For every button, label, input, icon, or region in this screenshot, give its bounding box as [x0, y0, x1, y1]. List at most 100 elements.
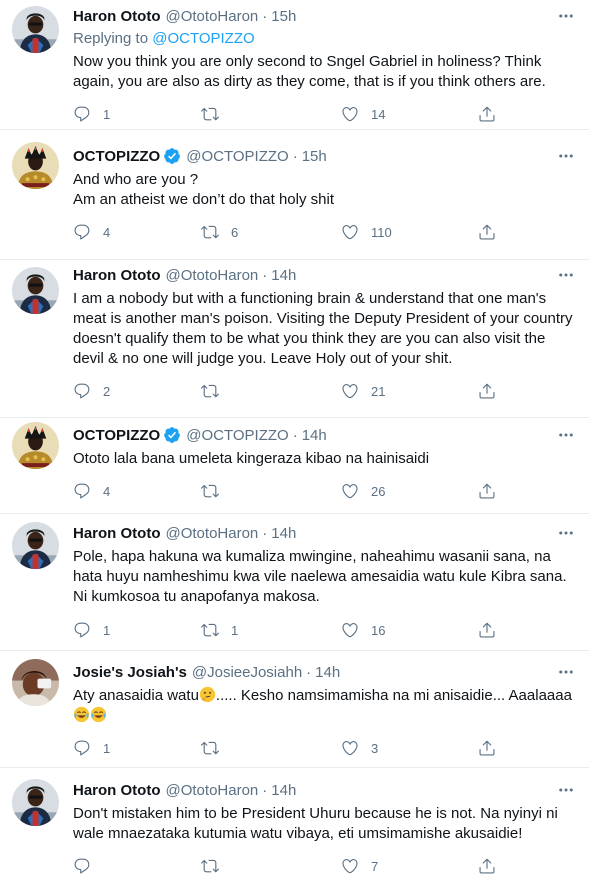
reply-button[interactable]: 4 [73, 481, 110, 501]
reply-count: 4 [103, 483, 111, 499]
share-button[interactable] [478, 856, 496, 876]
more-icon[interactable] [557, 266, 575, 284]
retweet-button[interactable] [201, 856, 231, 876]
user-handle[interactable]: @OtotoHaron [166, 8, 259, 25]
retweet-icon [201, 223, 219, 241]
more-icon[interactable] [557, 7, 575, 25]
tears-of-joy-emoji [73, 706, 90, 723]
tweet[interactable]: Haron Ototo @OtotoHaron · 14h Don't mist… [0, 768, 589, 885]
retweet-button[interactable] [201, 481, 231, 501]
avatar[interactable] [12, 522, 59, 569]
retweet-button[interactable]: 6 [201, 222, 238, 242]
reply-button[interactable]: 2 [73, 381, 110, 401]
user-handle[interactable]: @OtotoHaron [166, 782, 259, 799]
display-name[interactable]: Haron Ototo [73, 267, 161, 284]
tweet-actions: 2 21 [73, 381, 513, 401]
timestamp[interactable]: 14h [271, 525, 296, 542]
user-handle[interactable]: @JosieeJosiahh [192, 664, 302, 681]
retweet-count: 1 [231, 622, 239, 638]
reply-button[interactable]: 1 [73, 738, 110, 758]
avatar[interactable] [12, 142, 59, 189]
like-count: 14 [371, 106, 386, 122]
more-icon[interactable] [557, 524, 575, 542]
reply-count: 4 [103, 224, 111, 240]
retweet-button[interactable] [201, 738, 231, 758]
display-name[interactable]: Haron Ototo [73, 782, 161, 799]
avatar[interactable] [12, 779, 59, 826]
tweet[interactable]: Haron Ototo @OtotoHaron · 14h I am a nob… [0, 260, 589, 418]
tweet-text-part: ..... Kesho namsimamisha na mi anisaidie… [215, 687, 572, 704]
reply-button[interactable]: 1 [73, 104, 110, 124]
thinking-face-emoji [199, 686, 216, 703]
retweet-button[interactable] [201, 381, 231, 401]
replying-to-link[interactable]: @OCTOPIZZO [152, 30, 254, 47]
like-button[interactable]: 16 [341, 620, 385, 640]
display-name[interactable]: Haron Ototo [73, 525, 161, 542]
reply-button[interactable]: 1 [73, 620, 110, 640]
more-icon[interactable] [557, 147, 575, 165]
verified-badge-icon [163, 426, 181, 444]
timestamp[interactable]: 14h [315, 664, 340, 681]
like-icon [341, 105, 359, 123]
avatar[interactable] [12, 6, 59, 53]
tweet[interactable]: OCTOPIZZO @OCTOPIZZO · 14h Ototo lala ba… [0, 418, 589, 514]
like-button[interactable]: 110 [341, 222, 392, 242]
tweet-actions: 1 14 [73, 104, 513, 124]
avatar[interactable] [12, 422, 59, 469]
tweet-text-content: I am a nobody but with a functioning bra… [73, 290, 573, 367]
display-name[interactable]: OCTOPIZZO [73, 148, 160, 165]
share-button[interactable] [478, 104, 496, 124]
share-button[interactable] [478, 381, 496, 401]
conversation-thread: Haron Ototo @OtotoHaron · 15h Replying t… [0, 0, 589, 885]
like-button[interactable]: 14 [341, 104, 385, 124]
tweet[interactable]: Haron Ototo @OtotoHaron · 14h Pole, hapa… [0, 514, 589, 651]
tweet-header: Haron Ototo @OtotoHaron · 15h [73, 6, 549, 26]
tweet-text: Aty anasaidia watu ..... Kesho namsimamis… [73, 686, 578, 726]
retweet-button[interactable] [201, 104, 231, 124]
retweet-button[interactable]: 1 [201, 620, 238, 640]
share-button[interactable] [478, 222, 496, 242]
tweet[interactable]: Haron Ototo @OtotoHaron · 15h Replying t… [0, 0, 589, 130]
avatar[interactable] [12, 659, 59, 706]
timestamp[interactable]: 14h [271, 782, 296, 799]
like-count: 110 [371, 224, 392, 240]
user-handle[interactable]: @OCTOPIZZO [186, 427, 288, 444]
like-button[interactable]: 7 [341, 856, 378, 876]
share-button[interactable] [478, 620, 496, 640]
display-name[interactable]: Josie's Josiah's [73, 664, 187, 681]
timestamp[interactable]: 15h [271, 8, 296, 25]
tweet-actions: 1 3 [73, 738, 513, 758]
reply-icon [73, 857, 91, 875]
user-handle[interactable]: @OtotoHaron [166, 267, 259, 284]
reply-button[interactable] [73, 856, 103, 876]
more-icon[interactable] [557, 781, 575, 799]
timestamp[interactable]: 15h [302, 148, 327, 165]
share-button[interactable] [478, 481, 496, 501]
timestamp[interactable]: 14h [271, 267, 296, 284]
tweet-text: Ototo lala bana umeleta kingeraza kibao … [73, 449, 578, 469]
separator-dot: · [262, 781, 268, 799]
more-icon[interactable] [557, 663, 575, 681]
like-count: 7 [371, 858, 379, 874]
reply-button[interactable]: 4 [73, 222, 110, 242]
display-name[interactable]: Haron Ototo [73, 8, 161, 25]
reply-icon [73, 105, 91, 123]
avatar[interactable] [12, 267, 59, 314]
reply-count: 1 [103, 106, 111, 122]
timestamp[interactable]: 14h [302, 427, 327, 444]
tweet[interactable]: OCTOPIZZO @OCTOPIZZO · 15h And who are y… [0, 130, 589, 260]
user-handle[interactable]: @OtotoHaron [166, 525, 259, 542]
share-button[interactable] [478, 738, 496, 758]
tweet-actions: 4 26 [73, 481, 513, 501]
tweet[interactable]: Josie's Josiah's @JosieeJosiahh · 14h At… [0, 651, 589, 768]
retweet-icon [201, 739, 219, 757]
separator-dot: · [262, 524, 268, 542]
user-handle[interactable]: @OCTOPIZZO [186, 148, 288, 165]
more-icon[interactable] [557, 426, 575, 444]
like-button[interactable]: 26 [341, 481, 385, 501]
display-name[interactable]: OCTOPIZZO [73, 427, 160, 444]
like-button[interactable]: 21 [341, 381, 385, 401]
tweet-text: And who are you ? Am an atheist we don’t… [73, 170, 578, 210]
like-button[interactable]: 3 [341, 738, 378, 758]
reply-icon [73, 739, 91, 757]
